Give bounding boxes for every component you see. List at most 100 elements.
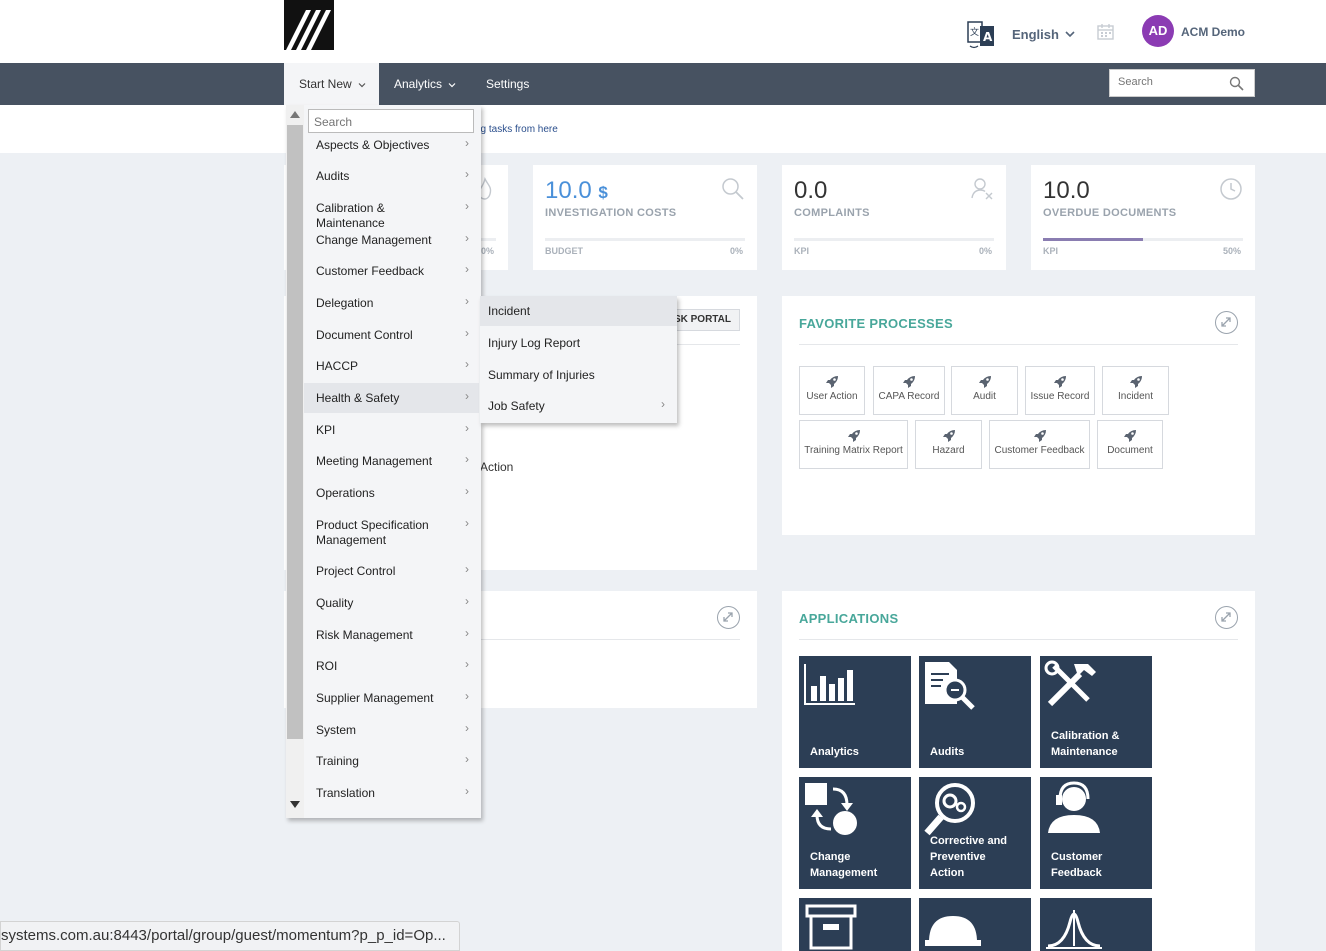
search-icon[interactable]	[1229, 76, 1244, 91]
dropdown-item-label: Document Control	[316, 328, 413, 342]
app-tile-audits[interactable]: Audits	[919, 656, 1031, 768]
chevron-right-icon: ›	[465, 721, 469, 735]
dropdown-item-translation[interactable]: Translation ›	[304, 778, 479, 808]
dropdown-item-customer-feedback[interactable]: Customer Feedback ›	[304, 256, 479, 286]
favorite-process-item[interactable]: Issue Record	[1025, 366, 1095, 415]
chevron-right-icon: ›	[465, 452, 469, 466]
dropdown-item-operations[interactable]: Operations ›	[304, 478, 479, 508]
dropdown-item-label: Meeting Management	[316, 454, 433, 468]
task-portal-button[interactable]: SK PORTAL	[668, 309, 740, 331]
nav-start-new[interactable]: Start New	[284, 63, 379, 105]
dropdown-item-project-control[interactable]: Project Control ›	[304, 556, 479, 586]
dropdown-search-input[interactable]	[314, 115, 464, 129]
dropdown-item-audits[interactable]: Audits ›	[304, 161, 479, 191]
dropdown-item-document-control[interactable]: Document Control ›	[304, 320, 479, 350]
magnifier-icon	[722, 178, 744, 200]
app-tile-statistics[interactable]	[1040, 898, 1152, 951]
nav-search-input[interactable]	[1118, 76, 1228, 88]
dropdown-item-system[interactable]: System ›	[304, 715, 479, 745]
dropdown-item-training[interactable]: Training ›	[304, 746, 479, 776]
bar-chart-icon	[804, 664, 855, 705]
app-tile-archive[interactable]	[799, 898, 911, 951]
dropdown-scrollbar[interactable]	[286, 105, 304, 818]
dropdown-item-label: Supplier Management	[316, 691, 434, 705]
dropdown-item-product-specification-management[interactable]: Product Specification Management ›	[304, 510, 479, 550]
dropdown-item-risk-management[interactable]: Risk Management ›	[304, 620, 479, 650]
nav-search-box[interactable]	[1109, 69, 1255, 97]
stat-label: INVESTIGATION COSTS	[545, 207, 677, 219]
dropdown-item-kpi[interactable]: KPI ›	[304, 415, 479, 445]
submenu-item-job-safety[interactable]: Job Safety ›	[480, 391, 677, 421]
expand-icon	[1221, 317, 1231, 327]
scrollbar-thumb[interactable]	[287, 125, 303, 739]
main-nav: Start New Analytics Settings	[0, 63, 1326, 105]
favorite-process-label: Customer Feedback	[994, 445, 1085, 456]
language-selector[interactable]: English	[1012, 27, 1059, 42]
dropdown-item-delegation[interactable]: Delegation ›	[304, 288, 479, 318]
chevron-right-icon: ›	[465, 689, 469, 703]
calendar-icon[interactable]	[1097, 23, 1114, 40]
expand-button[interactable]	[1215, 311, 1238, 334]
dropdown-item-meeting-management[interactable]: Meeting Management ›	[304, 446, 479, 476]
favorite-process-item[interactable]: Document	[1097, 420, 1163, 469]
nav-settings[interactable]: Settings	[486, 63, 529, 105]
scroll-down-arrow-icon[interactable]	[290, 801, 300, 808]
scroll-up-arrow-icon[interactable]	[290, 111, 300, 118]
chevron-right-icon: ›	[661, 397, 665, 411]
favorite-process-item[interactable]: Audit	[951, 366, 1018, 415]
subbar-text[interactable]: ting tasks from here	[470, 124, 558, 135]
avatar[interactable]: AD	[1142, 15, 1174, 47]
company-logo[interactable]	[284, 0, 334, 50]
dropdown-item-health-and-safety[interactable]: Health & Safety ›	[304, 383, 479, 413]
panel-title: APPLICATIONS	[799, 611, 899, 626]
user-name[interactable]: ACM Demo	[1181, 25, 1245, 39]
expand-button[interactable]	[1215, 606, 1238, 629]
app-tile-change-management[interactable]: Change Management	[799, 777, 911, 889]
submenu-item-summary-of-injuries[interactable]: Summary of Injuries	[480, 360, 677, 390]
rocket-icon	[978, 376, 991, 388]
dropdown-item-roi[interactable]: ROI ›	[304, 651, 479, 681]
stat-progress-bar	[794, 238, 994, 241]
translate-icon[interactable]: A 文	[966, 18, 996, 50]
dropdown-item-calibration-and-maintenance[interactable]: Calibration & Maintenance ›	[304, 193, 479, 230]
app-tile-customer-feedback[interactable]: Customer Feedback	[1040, 777, 1152, 889]
nav-analytics[interactable]: Analytics	[394, 63, 456, 105]
favorite-process-item[interactable]: Training Matrix Report	[799, 420, 908, 469]
dropdown-item-quality[interactable]: Quality ›	[304, 588, 479, 618]
app-tile-label-text: Customer Feedback	[1051, 851, 1103, 879]
app-tile-capa[interactable]: Corrective and Preventive Action	[919, 777, 1031, 889]
chevron-right-icon: ›	[465, 626, 469, 640]
action-text[interactable]: Action	[480, 460, 513, 474]
headset-person-icon	[1048, 781, 1100, 833]
app-tile-health-safety[interactable]	[919, 898, 1031, 951]
submenu-item-injury-log-report[interactable]: Injury Log Report	[480, 328, 677, 358]
dropdown-item-label: Quality	[316, 596, 354, 610]
stat-card-overdue-documents[interactable]: 10.0 OVERDUE DOCUMENTS KPI 50%	[1031, 165, 1255, 270]
dropdown-item-aspects-and-objectives[interactable]: Aspects & Objectives ›	[304, 130, 479, 160]
app-tile-analytics[interactable]: Analytics	[799, 656, 911, 768]
favorite-process-item[interactable]: Hazard	[915, 420, 982, 469]
favorite-process-item[interactable]: Incident	[1102, 366, 1169, 415]
chevron-right-icon: ›	[465, 562, 469, 576]
favorite-process-item[interactable]: User Action	[799, 366, 865, 415]
stat-card-investigation-costs[interactable]: 10.0 $ INVESTIGATION COSTS BUDGET 0%	[533, 165, 757, 270]
app-tile-calibration[interactable]: Calibration & Maintenance	[1040, 656, 1152, 768]
chevron-right-icon: ›	[465, 516, 469, 530]
change-icon	[805, 783, 857, 835]
dropdown-item-haccp[interactable]: HACCP ›	[304, 351, 479, 381]
favorite-process-item[interactable]: Customer Feedback	[989, 420, 1090, 469]
chevron-right-icon: ›	[465, 484, 469, 498]
rocket-icon	[942, 430, 955, 442]
svg-text:文: 文	[970, 26, 979, 38]
expand-button[interactable]	[717, 606, 740, 629]
favorite-process-item[interactable]: CAPA Record	[873, 366, 945, 415]
stat-foot-left: KPI	[794, 246, 810, 256]
submenu-item-incident[interactable]: Incident	[480, 296, 677, 326]
chevron-down-icon[interactable]	[1064, 29, 1076, 39]
favorite-process-label: Hazard	[932, 445, 965, 456]
tools-icon	[1044, 660, 1096, 707]
nav-analytics-label: Analytics	[394, 77, 443, 91]
dropdown-item-supplier-management[interactable]: Supplier Management ›	[304, 683, 479, 713]
dropdown-item-change-management[interactable]: Change Management ›	[304, 225, 479, 255]
stat-card-complaints[interactable]: 0.0 COMPLAINTS KPI 0%	[782, 165, 1006, 270]
